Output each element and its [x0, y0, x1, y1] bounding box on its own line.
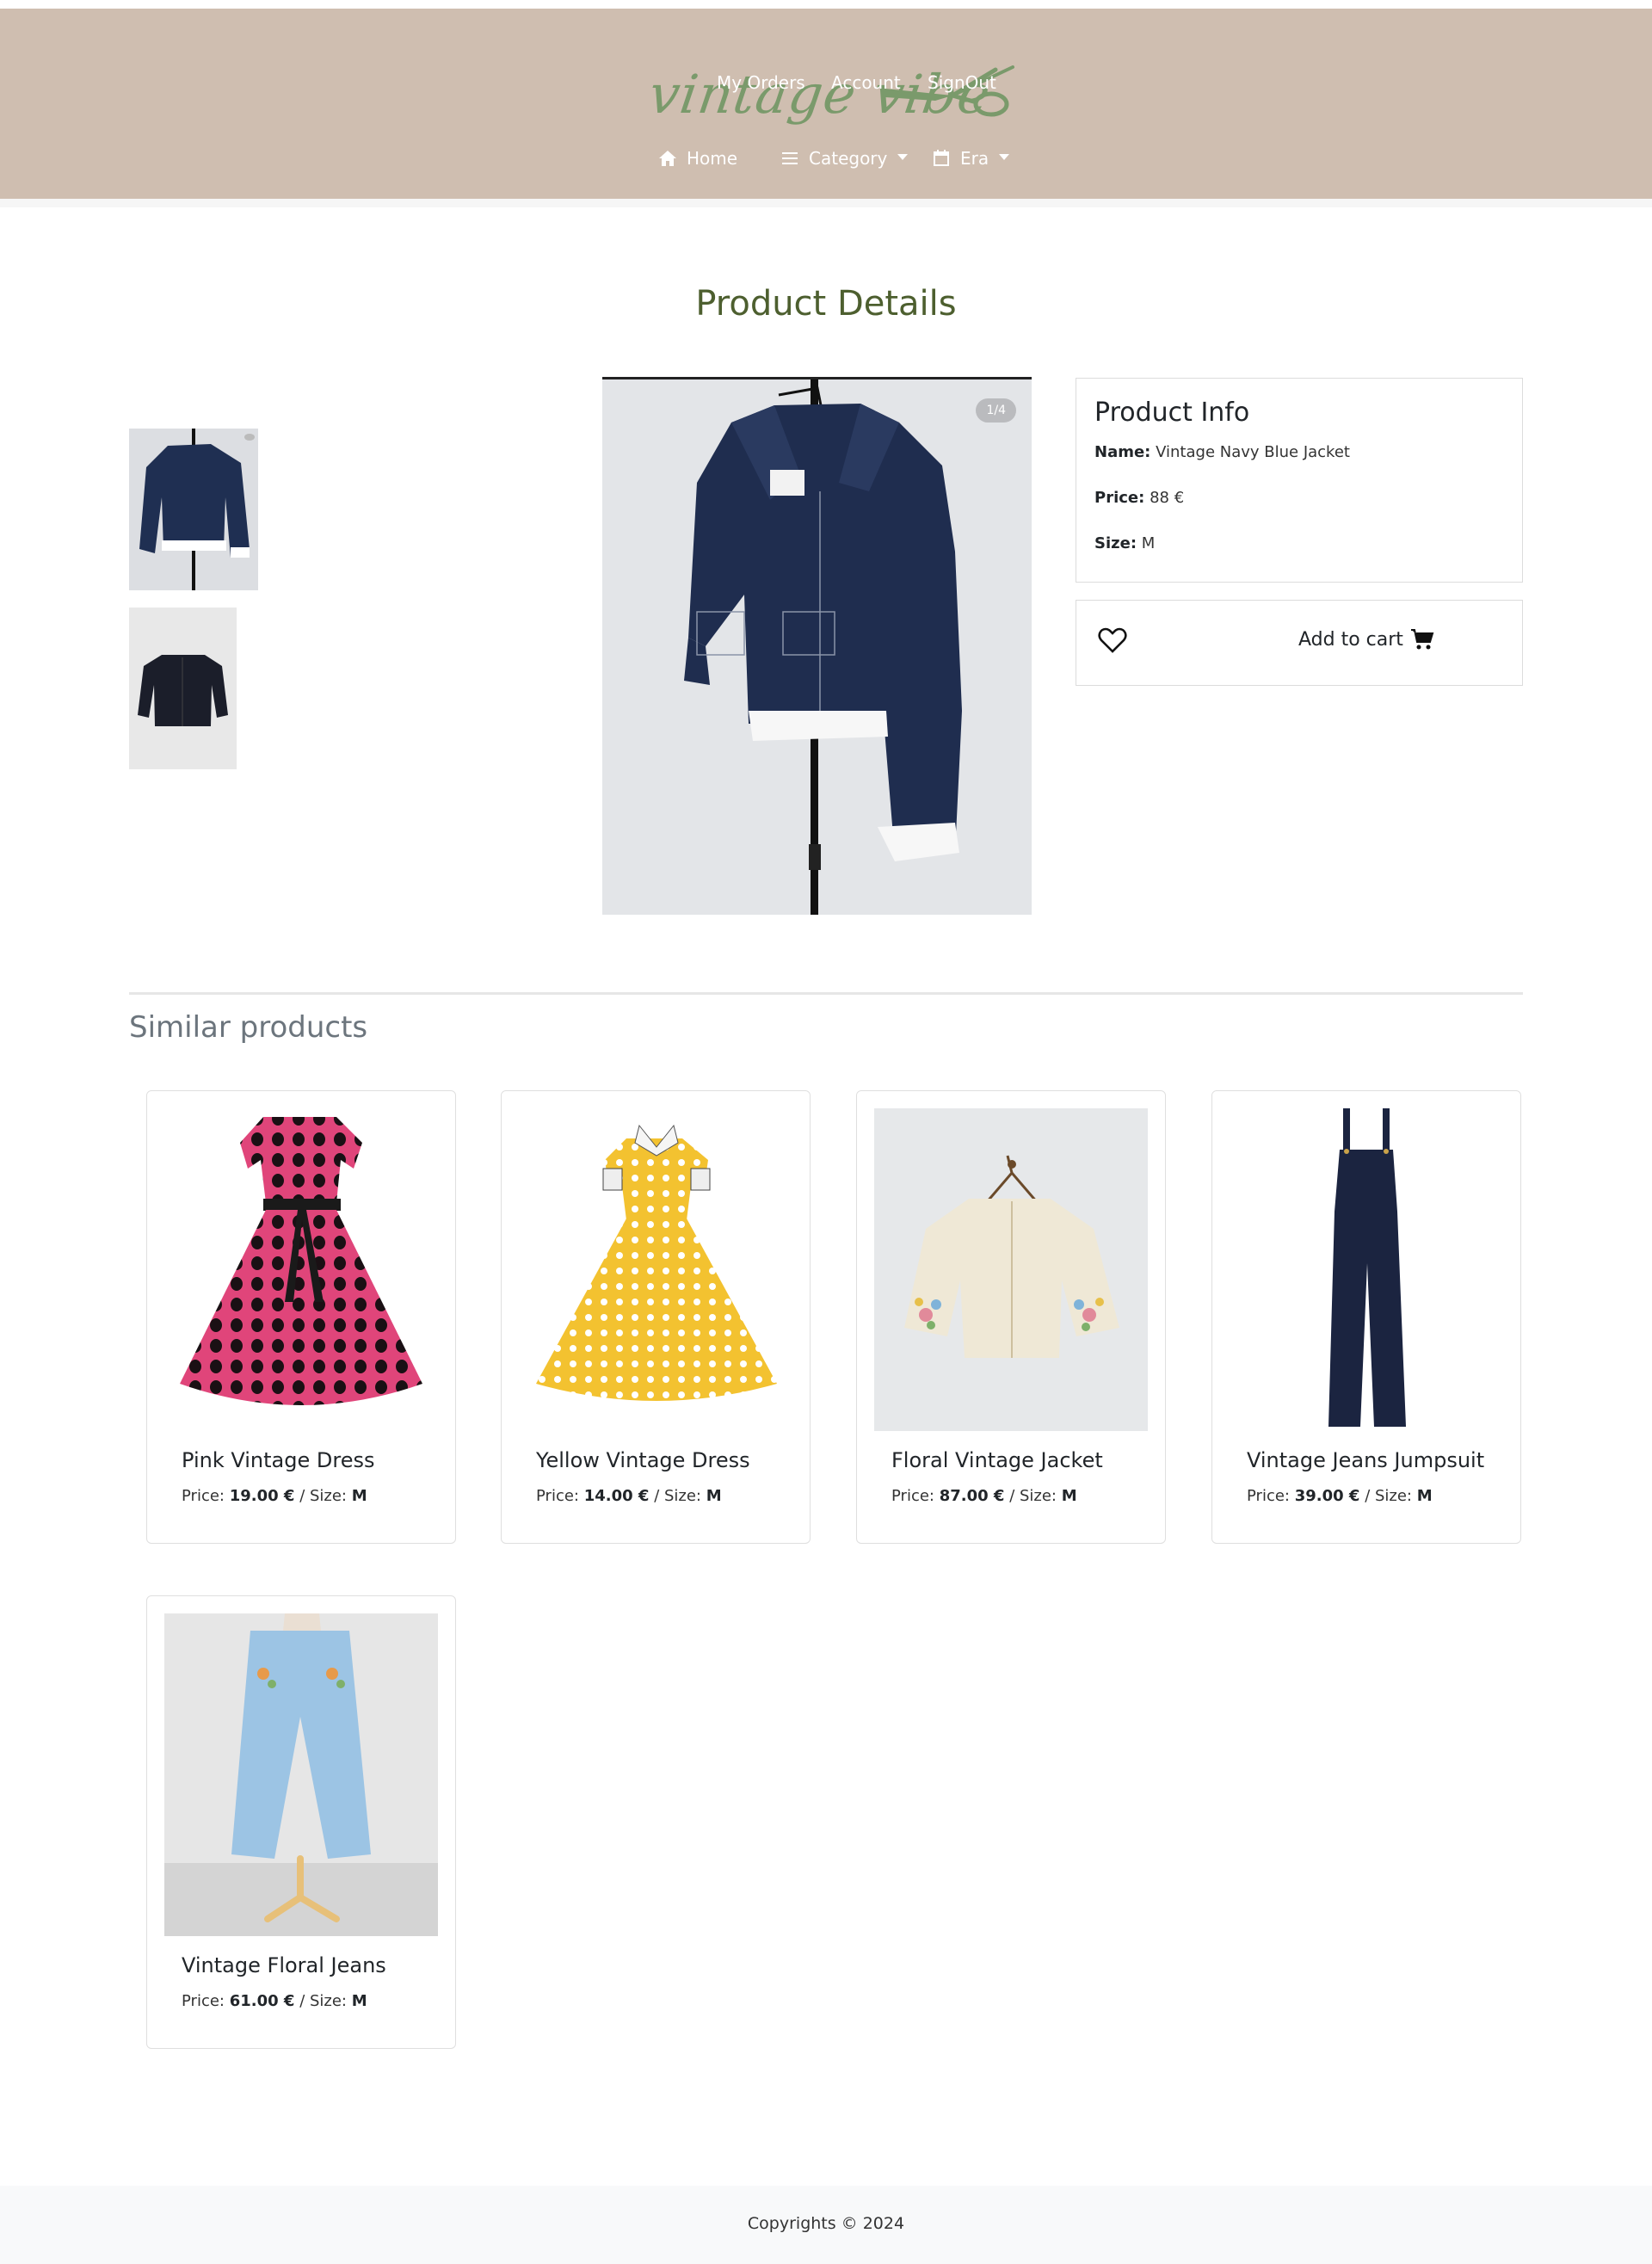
- product-card[interactable]: Pink Vintage Dress Price: 19.00 € / Size…: [146, 1090, 456, 1544]
- menu-lines-icon: [782, 152, 798, 164]
- product-meta: Price: 87.00 € / Size: M: [891, 1487, 1077, 1505]
- navy-jacket-image: [602, 379, 1032, 915]
- product-size: M: [1416, 1487, 1433, 1505]
- product-size-row: Size: M: [1094, 534, 1504, 552]
- nav-category[interactable]: Category: [780, 148, 909, 169]
- product-name: Vintage Floral Jeans: [182, 1953, 386, 1977]
- signout-link[interactable]: SignOut: [928, 72, 996, 93]
- product-price: 19.00 €: [229, 1487, 295, 1505]
- product-image: [164, 1108, 438, 1431]
- nav-home-label: Home: [687, 148, 738, 169]
- site-logo[interactable]: vintage vibe: [645, 56, 1020, 133]
- nav-category-label: Category: [809, 148, 888, 169]
- size-label: / Size:: [1365, 1487, 1412, 1505]
- price-label: Price:: [182, 1992, 225, 2010]
- floral-jeans-image: [164, 1613, 438, 1936]
- thumbnail-1[interactable]: [129, 429, 258, 590]
- price-label: Price:: [1247, 1487, 1290, 1505]
- product-info-title: Product Info: [1094, 398, 1250, 428]
- pink-dress-image: [164, 1108, 438, 1431]
- product-meta: Price: 61.00 € / Size: M: [182, 1992, 367, 2010]
- product-name: Yellow Vintage Dress: [536, 1448, 750, 1472]
- product-image: [519, 1108, 792, 1431]
- product-meta: Price: 14.00 € / Size: M: [536, 1487, 722, 1505]
- product-meta: Price: 39.00 € / Size: M: [1247, 1487, 1433, 1505]
- product-size: M: [351, 1487, 367, 1505]
- product-card[interactable]: Vintage Floral Jeans Price: 61.00 € / Si…: [146, 1595, 456, 2049]
- jacket-flat-thumbnail-image: [129, 608, 237, 769]
- product-meta: Price: 19.00 € / Size: M: [182, 1487, 367, 1505]
- my-orders-link[interactable]: My Orders: [717, 72, 805, 93]
- product-image: [164, 1613, 438, 1936]
- cart-icon: [1410, 629, 1434, 650]
- image-counter: 1/4: [976, 398, 1016, 423]
- product-name: Floral Vintage Jacket: [891, 1448, 1103, 1472]
- top-strip: [0, 0, 1652, 9]
- price-label: Price:: [536, 1487, 579, 1505]
- product-name-row: Name: Vintage Navy Blue Jacket: [1094, 443, 1504, 461]
- heart-icon[interactable]: [1098, 626, 1127, 654]
- product-price: 61.00 €: [229, 1992, 295, 2010]
- site-header: vintage vibe My Orders Account SignOut H…: [0, 9, 1652, 199]
- product-card[interactable]: Vintage Jeans Jumpsuit Price: 39.00 € / …: [1211, 1090, 1521, 1544]
- similar-products-title: Similar products: [129, 1010, 368, 1045]
- cart-actions-card: Add to cart: [1076, 600, 1523, 686]
- product-price: 87.00 €: [939, 1487, 1005, 1505]
- account-link[interactable]: Account: [831, 72, 901, 93]
- copyright-text: Copyrights © 2024: [747, 2214, 905, 2233]
- product-name: Pink Vintage Dress: [182, 1448, 375, 1472]
- section-divider: [129, 992, 1523, 995]
- page-title: Product Details: [695, 284, 957, 324]
- product-name: Vintage Navy Blue Jacket: [1156, 443, 1350, 461]
- price-label: Price:: [891, 1487, 934, 1505]
- product-size: M: [706, 1487, 722, 1505]
- home-icon: [659, 151, 676, 166]
- size-label: / Size:: [299, 1487, 347, 1505]
- product-size: M: [1141, 534, 1156, 552]
- nav-era[interactable]: Era: [931, 148, 1010, 169]
- add-to-cart-label: Add to cart: [1298, 628, 1403, 651]
- product-price-row: Price: 88 €: [1094, 489, 1504, 507]
- product-size: M: [351, 1992, 367, 2010]
- jumpsuit-image: [1230, 1108, 1503, 1431]
- product-price: 39.00 €: [1294, 1487, 1360, 1505]
- product-card[interactable]: Floral Vintage Jacket Price: 87.00 € / S…: [856, 1090, 1166, 1544]
- size-label: / Size:: [1009, 1487, 1057, 1505]
- yellow-dress-image: [519, 1108, 792, 1431]
- size-label: / Size:: [654, 1487, 701, 1505]
- product-size: M: [1061, 1487, 1077, 1505]
- product-name: Vintage Jeans Jumpsuit: [1247, 1448, 1485, 1472]
- size-label: / Size:: [299, 1992, 347, 2010]
- size-label: Size:: [1094, 534, 1137, 552]
- jacket-thumbnail-image: [129, 429, 258, 590]
- product-image: [1230, 1108, 1503, 1431]
- product-image: [874, 1108, 1148, 1431]
- add-to-cart-button[interactable]: Add to cart: [1298, 628, 1434, 651]
- thumbnail-2[interactable]: [129, 608, 237, 769]
- chevron-down-icon: [999, 153, 1010, 160]
- product-info-card: Product Info Name: Vintage Navy Blue Jac…: [1076, 378, 1523, 583]
- product-card[interactable]: Yellow Vintage Dress Price: 14.00 € / Si…: [501, 1090, 811, 1544]
- header-shadow: [0, 199, 1652, 207]
- price-label: Price:: [1094, 489, 1145, 507]
- site-footer: Copyrights © 2024: [0, 2186, 1652, 2264]
- product-price: 14.00 €: [583, 1487, 650, 1505]
- nav-home[interactable]: Home: [657, 148, 737, 169]
- calendar-icon: [934, 150, 949, 166]
- floral-jacket-image: [874, 1108, 1148, 1431]
- price-label: Price:: [182, 1487, 225, 1505]
- product-price: 88 €: [1150, 489, 1185, 507]
- chevron-down-icon: [897, 153, 909, 160]
- nav-era-label: Era: [960, 148, 989, 169]
- name-label: Name:: [1094, 443, 1151, 461]
- main-product-image[interactable]: 1/4: [602, 377, 1032, 915]
